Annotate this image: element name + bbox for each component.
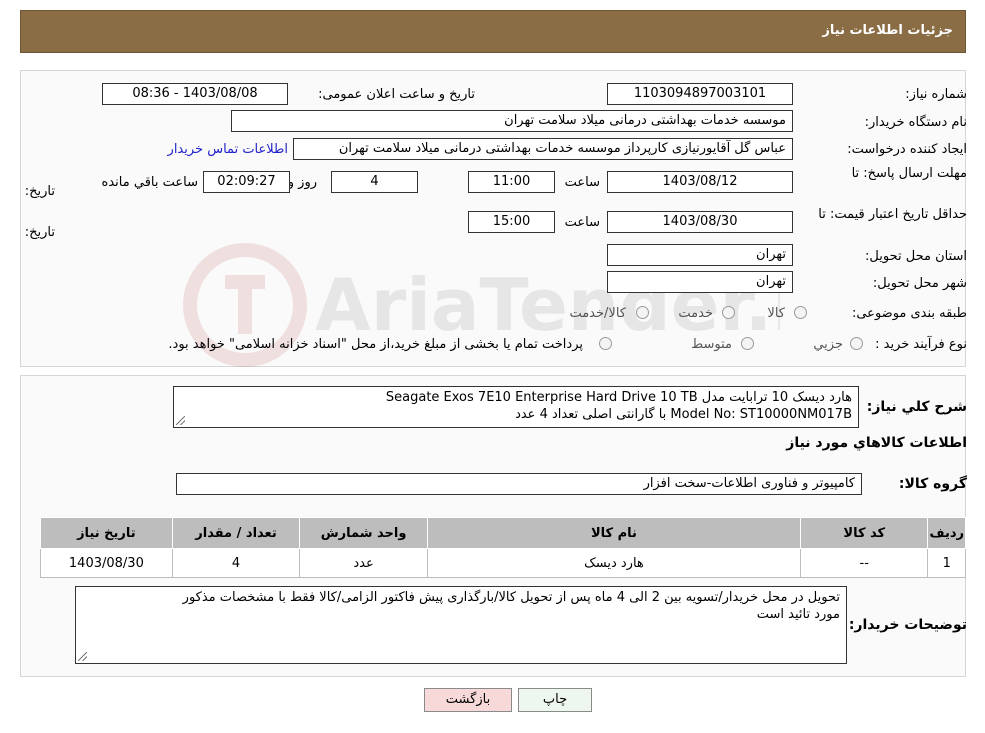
col-code-header: کد کالا (800, 517, 929, 549)
category-both-label: کالا/خدمت (569, 306, 626, 321)
cell-code: -- (800, 548, 929, 578)
col-date-header: تاریخ نیاز (40, 517, 173, 549)
goods-table: رديف کد کالا نام کالا واحد شمارش تعداد /… (40, 517, 966, 578)
description-line-2: Model No: ST10000NM017B با گارانتی اصلی … (515, 407, 852, 422)
process-note: پرداخت تمام یا بخشی از مبلغ خرید،از محل … (168, 337, 583, 352)
deadline-date-suffix: تاریخ: (24, 184, 55, 199)
buyer-org-field: موسسه خدمات بهداشتی درمانی میلاد سلامت ت… (231, 110, 793, 132)
goods-group-field: کامپیوتر و فناوری اطلاعات-سخت افزار (176, 473, 862, 495)
province-field: تهران (607, 244, 793, 266)
cell-unit: عدد (299, 548, 428, 578)
need-number-field: 1103094897003101 (607, 83, 793, 105)
description-field: هارد دیسک 10 ترابایت مدل Seagate Exos 7E… (173, 386, 859, 428)
deadline-time-field: 11:00 (468, 171, 555, 193)
goods-section-title: اطلاعات کالاهاي مورد نياز (786, 435, 967, 451)
print-button[interactable]: چاپ (518, 688, 592, 712)
validity-date-field: 1403/08/30 (607, 211, 793, 233)
process-treasury-radio[interactable] (599, 337, 612, 350)
col-qty-header: تعداد / مقدار (171, 517, 301, 549)
buyer-notes-line-1: تحویل در محل خریدار/تسویه بین 2 الی 4 ما… (182, 590, 840, 605)
province-label: استان محل تحویل: (865, 249, 967, 264)
cell-name: هارد دیسک (426, 548, 802, 578)
buyer-org-label: نام دستگاه خریدار: (864, 115, 967, 130)
process-minor-radio[interactable] (850, 337, 863, 350)
process-medium-radio[interactable] (741, 337, 754, 350)
deadline-label: مهلت ارسال پاسخ: تا (851, 166, 967, 181)
buyer-notes-label: توضیحات خریدار: (848, 617, 967, 633)
description-label: شرح کلي نياز: (866, 399, 967, 415)
col-unit-header: واحد شمارش (299, 517, 428, 549)
validity-time-field: 15:00 (468, 211, 555, 233)
col-name-header: نام کالا (426, 517, 802, 549)
announce-date-field: 1403/08/08 - 08:36 (102, 83, 288, 105)
cell-index: 1 (927, 548, 966, 578)
resize-grip-icon[interactable] (78, 652, 87, 661)
process-label: نوع فرآیند خرید : (875, 337, 967, 352)
process-medium-label: متوسط (691, 337, 732, 352)
category-service-label: خدمت (678, 306, 713, 321)
page-title: جزئیات اطلاعات نیاز (822, 23, 953, 38)
page-header: جزئیات اطلاعات نیاز (20, 10, 966, 53)
col-index-header: رديف (927, 517, 966, 549)
resize-grip-icon[interactable] (176, 416, 185, 425)
category-goods-radio[interactable] (794, 306, 807, 319)
creator-label: ایجاد کننده درخواست: (847, 142, 967, 157)
validity-date-suffix: تاریخ: (24, 225, 55, 240)
category-both-radio[interactable] (636, 306, 649, 319)
process-minor-label: جزیي (813, 337, 843, 352)
description-line-1: هارد دیسک 10 ترابایت مدل Seagate Exos 7E… (385, 390, 852, 405)
validity-time-label: ساعت (564, 215, 600, 230)
city-label: شهر محل تحویل: (872, 276, 967, 291)
deadline-date-field: 1403/08/12 (607, 171, 793, 193)
announce-date-label: تاریخ و ساعت اعلان عمومی: (318, 87, 475, 102)
city-field: تهران (607, 271, 793, 293)
table-row: 1 -- هارد دیسک عدد 4 1403/08/30 (40, 548, 966, 578)
buyer-contact-link[interactable]: اطلاعات تماس خریدار (168, 142, 288, 157)
category-service-radio[interactable] (722, 306, 735, 319)
remaining-time-field: 02:09:27 (203, 171, 290, 193)
days-label: روز و (287, 175, 317, 190)
buyer-notes-field: تحویل در محل خریدار/تسویه بین 2 الی 4 ما… (75, 586, 847, 664)
deadline-time-label: ساعت (564, 175, 600, 190)
table-header-row: رديف کد کالا نام کالا واحد شمارش تعداد /… (40, 517, 966, 549)
category-goods-label: کالا (767, 306, 785, 321)
validity-label: حداقل تاریخ اعتبار قیمت: تا (818, 207, 967, 222)
remaining-time-label: ساعت باقي مانده (101, 175, 198, 190)
need-number-label: شماره نیاز: (905, 87, 967, 102)
buyer-notes-line-2: مورد تائید است (756, 607, 840, 622)
cell-date: 1403/08/30 (40, 548, 173, 578)
creator-field: عباس گل آقایورنیازی کارپرداز موسسه خدمات… (293, 138, 793, 160)
back-button[interactable]: بازگشت (424, 688, 512, 712)
days-field: 4 (331, 171, 418, 193)
cell-qty: 4 (171, 548, 301, 578)
goods-group-label: گروه کالا: (898, 476, 967, 492)
category-label: طبقه بندی موضوعی: (851, 306, 967, 321)
